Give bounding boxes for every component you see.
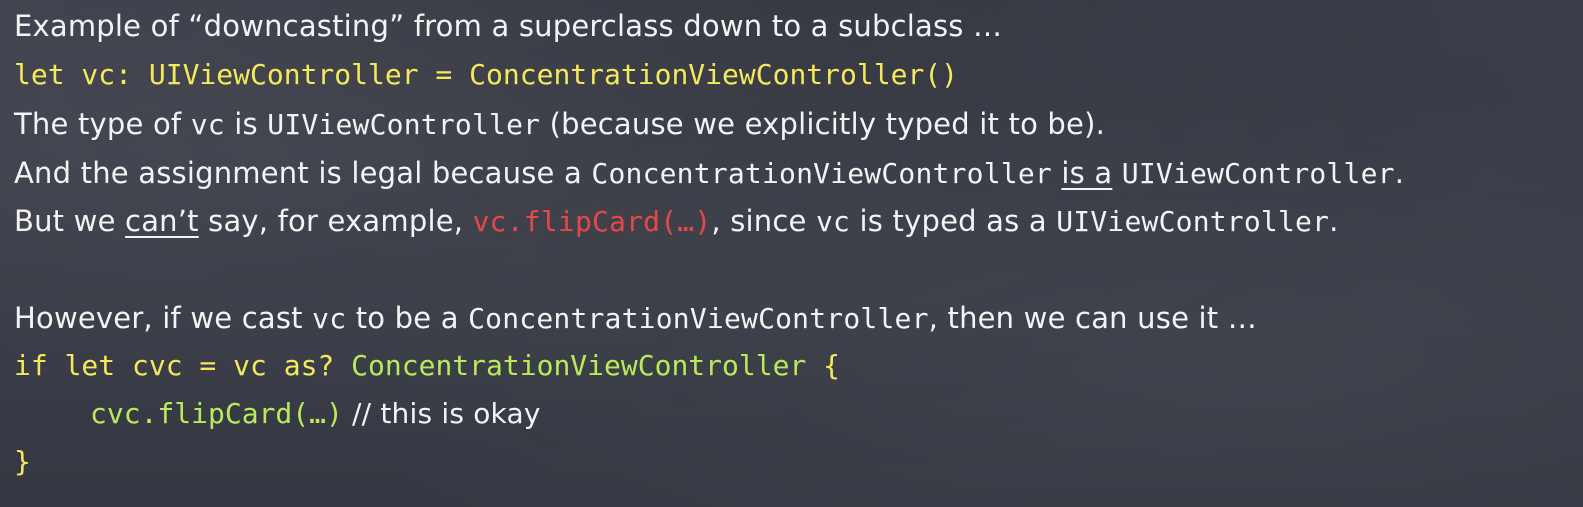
declaration-code: let vc: UIViewController = Concentration… (14, 58, 959, 91)
cast-explanation-line: However, if we cast vc to be a Concentra… (14, 300, 1257, 336)
inline-code-concentrationviewcontroller: ConcentrationViewController (468, 302, 929, 335)
text-segment: . (1329, 204, 1339, 238)
text-segment: And the assignment is legal because a (14, 156, 592, 190)
type-explanation-line: The type of vc is UIViewController (beca… (14, 106, 1105, 142)
heading-text: Example of “downcasting” from a supercla… (14, 9, 1003, 43)
code-close-brace: } (14, 445, 31, 478)
slide: Example of “downcasting” from a supercla… (0, 0, 1583, 507)
text-segment (1112, 156, 1121, 190)
code-if-let-line: if let cvc = vc as? ConcentrationViewCon… (14, 348, 840, 384)
inline-code-uiviewcontroller: UIViewController (267, 108, 541, 141)
slide-heading: Example of “downcasting” from a supercla… (14, 8, 1002, 44)
text-segment: to be a (346, 301, 469, 335)
code-declaration-line: let vc: UIViewController = Concentration… (14, 57, 958, 93)
text-segment: However, if we cast (14, 301, 313, 335)
text-segment (1052, 156, 1061, 190)
inline-code-vc: vc (312, 302, 347, 335)
emphasis-cant: can’t (125, 204, 199, 238)
text-segment: , then we can use it … (928, 301, 1257, 335)
text-segment: is (224, 107, 268, 141)
code-type-name: ConcentrationViewController (351, 349, 807, 382)
text-segment: The type of (14, 107, 191, 141)
code-open-brace: { (806, 349, 841, 382)
assignment-explanation-line: And the assignment is legal because a Co… (14, 155, 1404, 191)
text-segment: But we (14, 204, 126, 238)
inline-code-uiviewcontroller: UIViewController (1056, 205, 1330, 238)
emphasis-is-a: is a (1061, 156, 1113, 190)
text-segment: , since (711, 204, 816, 238)
code-if-let-keyword: if let cvc = vc as? (14, 349, 352, 382)
code-close-brace-line: } (14, 444, 31, 480)
inline-code-uiviewcontroller: UIViewController (1121, 157, 1395, 190)
code-comment: // this is okay (342, 397, 541, 430)
code-flipcard-call: cvc.flipCard(…) (90, 397, 343, 430)
code-body-line: cvc.flipCard(…) // this is okay (90, 396, 541, 432)
text-segment: . (1394, 156, 1405, 190)
inline-code-vc: vc (816, 205, 851, 238)
inline-code-concentrationviewcontroller: ConcentrationViewController (591, 157, 1052, 190)
inline-code-vc: vc (190, 108, 225, 141)
restriction-explanation-line: But we can’t say, for example, vc.flipCa… (14, 203, 1339, 239)
inline-code-flipcard-error: vc.flipCard(…) (472, 205, 712, 238)
text-segment: (because we explicitly typed it to be). (540, 107, 1106, 141)
text-segment: is typed as a (850, 204, 1057, 238)
text-segment: say, for example, (198, 204, 473, 238)
